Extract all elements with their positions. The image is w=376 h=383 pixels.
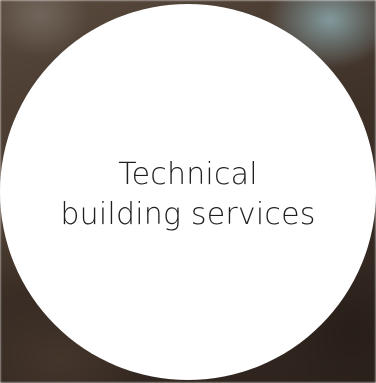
category-title: Technical building services: [60, 155, 315, 235]
category-circle-card[interactable]: Technical building services: [0, 4, 376, 380]
category-title-line-2: building services: [60, 197, 316, 232]
category-title-line-1: Technical: [118, 157, 258, 192]
